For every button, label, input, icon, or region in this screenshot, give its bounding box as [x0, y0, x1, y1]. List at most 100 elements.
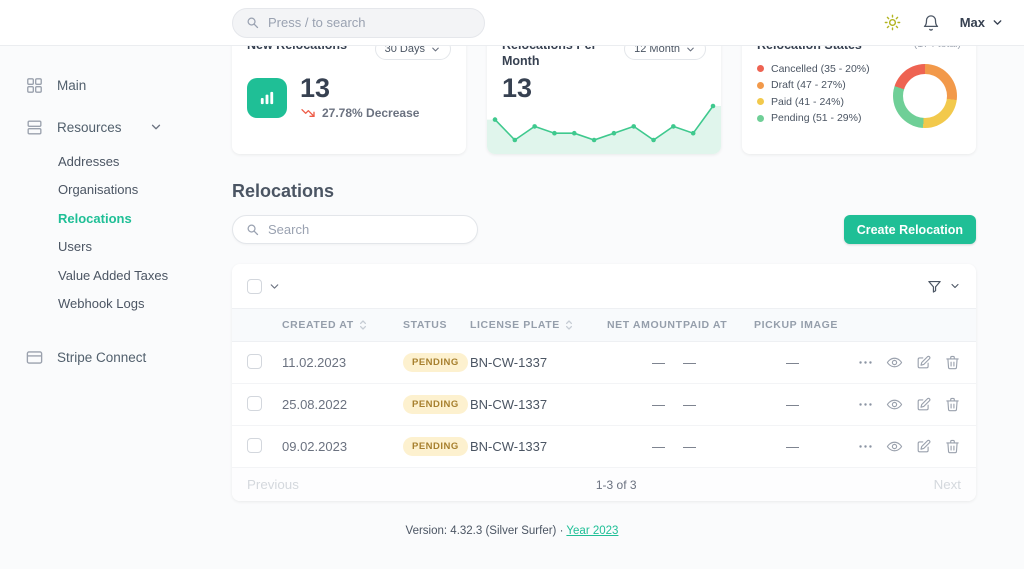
- cell-status: PENDING: [403, 383, 470, 426]
- view-button[interactable]: [886, 396, 903, 413]
- more-actions-button[interactable]: [857, 396, 874, 413]
- status-badge: PENDING: [403, 353, 468, 372]
- col-status: STATUS: [403, 308, 470, 342]
- next-page-button[interactable]: Next: [934, 477, 961, 492]
- legend-dot-cancelled: [757, 65, 764, 73]
- sort-icon[interactable]: [565, 319, 573, 331]
- col-label: PAID AT: [683, 319, 728, 331]
- sidebar-item-users[interactable]: Users: [0, 233, 232, 262]
- bar-chart-icon: [247, 77, 287, 118]
- legend-item: Paid (41 - 24%): [757, 96, 870, 108]
- delete-button[interactable]: [944, 354, 961, 371]
- legend-dot-draft: [757, 81, 764, 89]
- col-license-plate[interactable]: LICENSE PLATE: [470, 308, 607, 342]
- legend-item: Draft (47 - 27%): [757, 79, 870, 91]
- pencil-icon: [917, 439, 931, 453]
- legend-label: Draft (47 - 27%): [771, 79, 846, 92]
- legend-label: Paid (41 - 24%): [771, 95, 844, 108]
- col-actions: [854, 308, 976, 342]
- more-actions-button[interactable]: [857, 354, 874, 371]
- cell-license-plate: BN-CW-1337: [470, 341, 607, 384]
- resources-subnav: Addresses Organisations Relocations User…: [0, 144, 232, 326]
- sidebar-item-resources[interactable]: Resources: [0, 110, 232, 144]
- col-label: STATUS: [403, 319, 448, 331]
- relocation-states-donut: [893, 63, 957, 128]
- eye-icon: [886, 399, 903, 410]
- edit-button[interactable]: [915, 396, 932, 413]
- legend-item: Cancelled (35 - 20%): [757, 63, 870, 75]
- bell-icon: [923, 14, 938, 31]
- sidebar-item-relocations[interactable]: Relocations: [0, 204, 232, 233]
- sort-icon[interactable]: [359, 319, 367, 331]
- trash-icon: [946, 439, 959, 454]
- cell-pickup-image: —: [754, 425, 854, 468]
- topbar: Max: [0, 0, 1024, 46]
- sidebar-item-label: Main: [57, 77, 87, 93]
- view-button[interactable]: [886, 438, 903, 455]
- sidebar-item-label: Resources: [57, 119, 122, 135]
- previous-page-button[interactable]: Previous: [247, 477, 299, 492]
- cell-pickup-image: —: [754, 383, 854, 426]
- user-menu[interactable]: Max: [960, 15, 1004, 30]
- delete-button[interactable]: [944, 396, 961, 413]
- theme-toggle-button[interactable]: [883, 13, 902, 32]
- sun-icon: [884, 14, 901, 31]
- header-checkbox-col: [232, 308, 282, 342]
- select-all-checkbox[interactable]: [247, 278, 262, 294]
- ellipsis-icon: [859, 403, 872, 406]
- topbar-actions: Max: [883, 13, 1024, 32]
- trash-icon: [946, 355, 959, 370]
- toolbar: Create Relocation: [232, 215, 976, 244]
- row-checkbox[interactable]: [247, 353, 262, 369]
- resource-search[interactable]: [232, 215, 478, 244]
- relocations-table-card: CREATED AT STATUS LICENSE PLATE NET AMOU…: [232, 264, 976, 501]
- edit-button[interactable]: [915, 354, 932, 371]
- eye-icon: [886, 441, 903, 452]
- sidebar-item-main[interactable]: Main: [0, 68, 232, 102]
- sidebar-item-webhook-logs[interactable]: Webhook Logs: [0, 290, 232, 319]
- collection-icon: [27, 119, 42, 135]
- global-search-input[interactable]: [268, 15, 472, 30]
- more-actions-button[interactable]: [857, 438, 874, 455]
- table-header-row: CREATED AT STATUS LICENSE PLATE NET AMOU…: [232, 308, 976, 342]
- notifications-button[interactable]: [922, 14, 940, 32]
- col-label: CREATED AT: [282, 319, 354, 331]
- row-actions: [854, 383, 976, 426]
- per-month-chart: [487, 103, 721, 154]
- cell-paid-at: —: [683, 341, 754, 384]
- sidebar: Main Resources Addresses Organisations R…: [0, 46, 232, 569]
- version-link[interactable]: Year 2023: [566, 525, 618, 537]
- sidebar-item-stripe-connect[interactable]: Stripe Connect: [0, 340, 232, 374]
- view-button[interactable]: [886, 354, 903, 371]
- delete-button[interactable]: [944, 438, 961, 455]
- table-row[interactable]: 09.02.2023 PENDING BN-CW-1337 — — —: [232, 425, 976, 468]
- table-row[interactable]: 11.02.2023 PENDING BN-CW-1337 — — —: [232, 341, 976, 384]
- legend-item: Pending (51 - 29%): [757, 112, 870, 124]
- cell-net-amount: —: [607, 341, 683, 384]
- create-relocation-button[interactable]: Create Relocation: [843, 215, 976, 244]
- cell-paid-at: —: [683, 425, 754, 468]
- sidebar-item-addresses[interactable]: Addresses: [0, 147, 232, 176]
- trending-down-icon: [301, 109, 315, 118]
- filter-dropdown[interactable]: [926, 278, 961, 295]
- col-label: LICENSE PLATE: [470, 319, 560, 331]
- sidebar-item-organisations[interactable]: Organisations: [0, 176, 232, 205]
- cell-paid-at: —: [683, 383, 754, 426]
- row-checkbox[interactable]: [247, 437, 262, 453]
- metric-value: 13: [300, 73, 331, 103]
- row-checkbox[interactable]: [247, 395, 262, 411]
- table-row[interactable]: 25.08.2022 PENDING BN-CW-1337 — — —: [232, 383, 976, 426]
- chevron-down-icon[interactable]: [268, 280, 281, 293]
- sidebar-item-label: Stripe Connect: [57, 349, 147, 365]
- resource-search-input[interactable]: [268, 222, 465, 237]
- version-text: Version: 4.32.3 (Silver Surfer) ·: [405, 525, 564, 537]
- sidebar-item-value-added-taxes[interactable]: Value Added Taxes: [0, 261, 232, 290]
- col-label: PICKUP IMAGE: [754, 319, 839, 331]
- pagination-info: 1-3 of 3: [595, 477, 637, 492]
- global-search[interactable]: [232, 7, 485, 38]
- col-created-at[interactable]: CREATED AT: [282, 308, 403, 342]
- edit-button[interactable]: [915, 438, 932, 455]
- grid-icon: [27, 77, 42, 93]
- filter-icon: [928, 280, 941, 293]
- cell-created-at: 25.08.2022: [282, 383, 403, 426]
